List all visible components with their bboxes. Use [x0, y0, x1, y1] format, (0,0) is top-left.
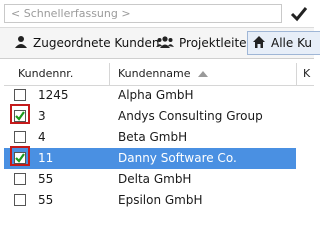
table-row-selected[interactable]: 11 Danny Software Co. — [4, 148, 296, 169]
customer-number: 1245 — [38, 88, 69, 102]
highlight-box — [10, 104, 30, 124]
customer-name: Delta GmbH — [118, 172, 192, 186]
table-row[interactable]: 55 Delta GmbH — [4, 169, 296, 190]
column-header-customer-number[interactable]: Kundennr. — [18, 67, 73, 80]
row-checkbox[interactable] — [14, 89, 26, 101]
customer-name: Alpha GmbH — [118, 88, 194, 102]
table-row[interactable]: 55 Epsilon GmbH — [4, 190, 296, 211]
sort-ascending-icon — [198, 71, 208, 77]
customer-name: Danny Software Co. — [118, 151, 237, 165]
confirm-checkmark-icon[interactable] — [288, 3, 310, 24]
column-divider[interactable] — [296, 63, 297, 85]
column-divider[interactable] — [109, 63, 110, 85]
row-checkbox[interactable] — [14, 194, 26, 206]
highlight-box — [10, 146, 30, 166]
table-header: Kundennr. Kundenname K — [4, 63, 314, 86]
customer-number: 3 — [38, 109, 46, 123]
tab-bar: Zugeordnete Kunden Projektleiter Alle Ku — [0, 28, 320, 59]
table-row[interactable]: 1245 Alpha GmbH — [4, 85, 296, 106]
tab-all-customers[interactable]: Alle Ku — [247, 31, 320, 55]
quick-entry-bar — [0, 0, 314, 28]
home-icon — [252, 35, 266, 52]
tab-assigned-customers-label: Zugeordnete Kunden — [33, 36, 160, 50]
customer-name: Andys Consulting Group — [118, 109, 263, 123]
customer-number: 55 — [38, 193, 54, 207]
user-group-icon — [156, 35, 174, 52]
customer-name: Epsilon GmbH — [118, 193, 203, 207]
tab-project-leaders-label: Projektleiter — [179, 36, 252, 50]
table-row[interactable]: 4 Beta GmbH — [4, 127, 296, 148]
customer-number: 4 — [38, 130, 46, 144]
row-checkbox[interactable] — [14, 131, 26, 143]
tab-all-customers-label: Alle Ku — [271, 36, 312, 50]
customer-number: 11 — [38, 151, 54, 165]
customer-number: 55 — [38, 172, 54, 186]
column-header-customer-name[interactable]: Kundenname — [118, 67, 191, 80]
tab-project-leaders[interactable]: Projektleiter — [152, 31, 255, 55]
tab-assigned-customers[interactable]: Zugeordnete Kunden — [10, 31, 164, 55]
customer-name: Beta GmbH — [118, 130, 188, 144]
table-row[interactable]: 3 Andys Consulting Group — [4, 106, 296, 127]
single-user-icon — [14, 35, 28, 52]
row-checkbox[interactable] — [14, 173, 26, 185]
column-header-third[interactable]: K — [303, 67, 310, 80]
quick-entry-input[interactable] — [4, 4, 282, 23]
